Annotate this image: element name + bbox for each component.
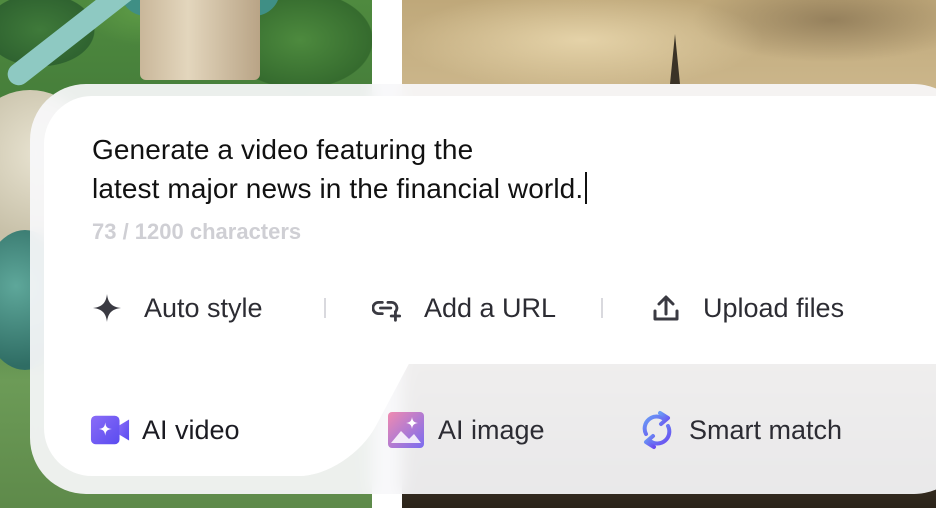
video-camera-icon xyxy=(90,410,130,450)
upload-files-button[interactable]: Upload files xyxy=(651,288,844,328)
tab-smart-match[interactable]: Smart match xyxy=(637,408,842,452)
add-url-button[interactable]: Add a URL xyxy=(372,288,556,328)
tab-ai-video[interactable]: AI video xyxy=(90,408,240,452)
prompt-line-2: latest major news in the financial world… xyxy=(92,169,692,208)
church-spire xyxy=(670,34,680,84)
auto-style-label: Auto style xyxy=(144,292,263,323)
add-url-label: Add a URL xyxy=(424,292,557,323)
refresh-arrows-icon xyxy=(637,410,677,450)
link-add-icon xyxy=(372,293,402,323)
gazebo-tower xyxy=(140,0,260,80)
image-icon xyxy=(386,410,426,450)
action-separator xyxy=(601,298,603,318)
tab-ai-image-label: AI image xyxy=(438,414,545,445)
prompt-line-2-text: latest major news in the financial world… xyxy=(92,173,584,204)
tab-ai-video-label: AI video xyxy=(142,414,240,445)
action-separator xyxy=(324,298,326,318)
prompt-input[interactable]: Generate a video featuring the latest ma… xyxy=(92,130,692,208)
tab-ai-image[interactable]: AI image xyxy=(386,408,545,452)
text-caret xyxy=(585,172,588,204)
upload-icon xyxy=(651,293,681,323)
character-counter: 73 / 1200 characters xyxy=(92,219,302,244)
auto-style-button[interactable]: Auto style xyxy=(92,288,263,328)
tab-smart-match-label: Smart match xyxy=(689,414,843,445)
prompt-line-1: Generate a video featuring the xyxy=(92,134,474,165)
sparkle-icon xyxy=(92,293,122,323)
upload-files-label: Upload files xyxy=(703,292,845,323)
